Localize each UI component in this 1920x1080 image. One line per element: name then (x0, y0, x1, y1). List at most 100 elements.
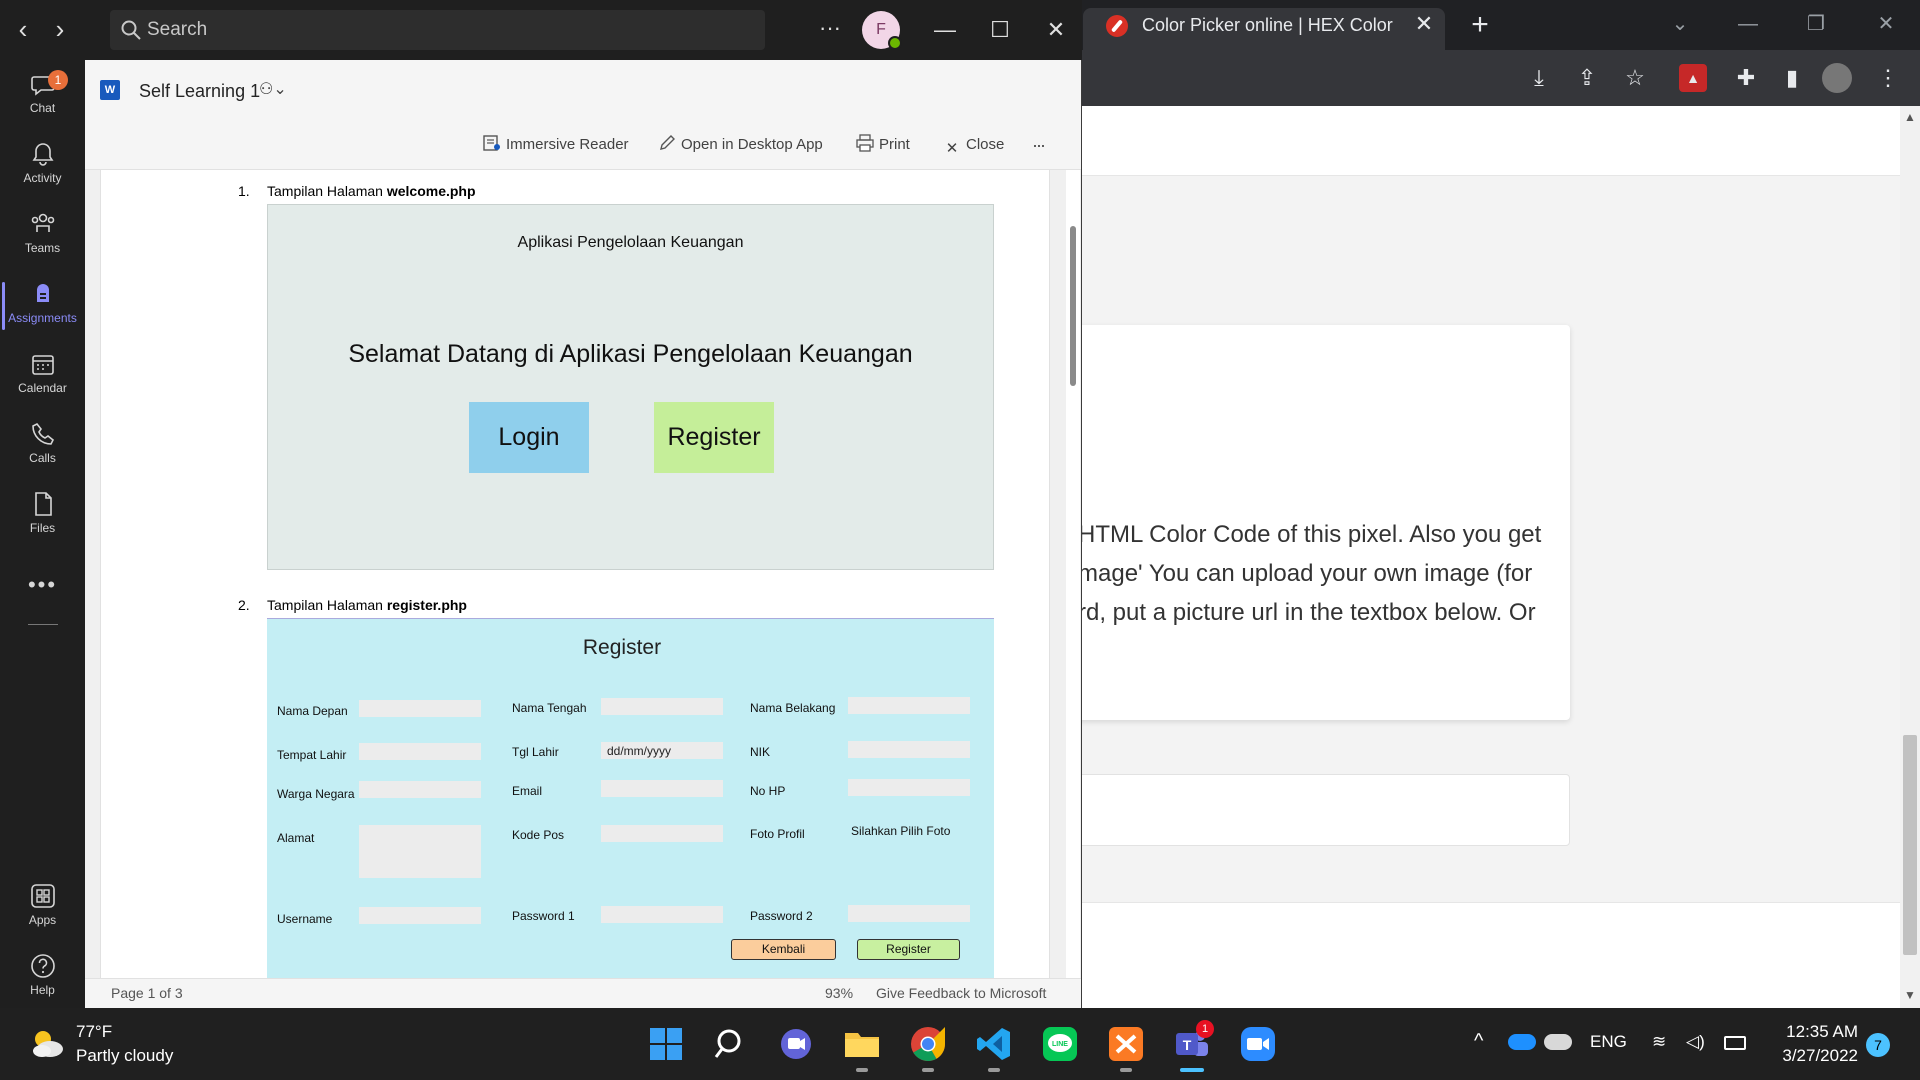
more-options-icon[interactable]: ··· (815, 16, 845, 44)
weather-condition[interactable]: Partly cloudy (76, 1046, 173, 1066)
shared-people-icon[interactable]: ⚇⌄ (259, 78, 295, 102)
show-hidden-icons-icon[interactable]: ^ (1474, 1030, 1483, 1053)
install-icon[interactable]: ⤓ (1523, 62, 1555, 94)
scroll-up-icon[interactable]: ▲ (1900, 110, 1920, 130)
side-panel-icon[interactable]: ▮ (1776, 62, 1808, 94)
extensions-puzzle-icon[interactable]: ✚ (1730, 62, 1762, 94)
close-window-icon[interactable]: ✕ (1866, 6, 1906, 42)
close-document-button[interactable]: ✕ Close (942, 133, 1005, 157)
more-commands-icon[interactable]: ··· (1032, 133, 1046, 157)
more-apps-icon[interactable]: ••• (0, 572, 85, 597)
search-placeholder[interactable]: Search (147, 19, 207, 41)
zoom-level[interactable]: 93% (825, 984, 853, 1002)
rail-item-calendar[interactable]: Calendar (0, 344, 85, 410)
register-page-screenshot (267, 618, 994, 978)
search-taskbar-button[interactable] (710, 1024, 750, 1064)
close-label: Close (966, 136, 1005, 153)
mock-register-button: Register (654, 402, 774, 473)
presence-available-icon (888, 36, 902, 50)
restore-icon[interactable]: ❐ (1796, 6, 1836, 42)
wifi-icon[interactable]: ≋ (1652, 1032, 1666, 1052)
active-indicator (1180, 1068, 1204, 1072)
info-card-text: HTML Color Code of this pixel. Also you … (1078, 515, 1568, 632)
svg-text:T: T (1183, 1037, 1192, 1053)
rail-item-apps[interactable]: Apps (0, 876, 85, 942)
clock-date[interactable]: 3/27/2022 (1762, 1046, 1858, 1066)
xampp-taskbar-button[interactable] (1106, 1024, 1146, 1064)
search-icon (121, 20, 141, 40)
list-item-filename: register.php (386, 597, 467, 613)
browser-scroll-thumb[interactable] (1903, 735, 1917, 955)
back-icon[interactable]: ‹ (8, 14, 38, 46)
search-bar[interactable] (110, 10, 765, 50)
clock-time[interactable]: 12:35 AM (1772, 1022, 1858, 1042)
bookmark-star-icon[interactable]: ☆ (1619, 62, 1651, 94)
rail-item-assignments[interactable]: Assignments (0, 274, 85, 340)
mock-register-submit-button: Register (857, 939, 960, 960)
image-url-input[interactable] (1000, 774, 1570, 846)
rail-divider (28, 624, 58, 625)
form-label: Password 1 (512, 909, 575, 923)
teams-chat-taskbar-button[interactable] (776, 1024, 816, 1064)
mock-input-tempat-lahir (359, 743, 481, 760)
chrome-taskbar-button[interactable] (908, 1024, 948, 1064)
close-tab-icon[interactable]: ✕ (1410, 10, 1438, 38)
volume-icon[interactable]: ◁) (1686, 1032, 1705, 1052)
vscode-taskbar-button[interactable] (974, 1024, 1014, 1064)
print-label: Print (879, 136, 910, 153)
assignments-icon (36, 284, 49, 302)
share-icon[interactable]: ⇪ (1571, 62, 1603, 94)
weather-temperature[interactable]: 77°F (76, 1022, 112, 1042)
line-taskbar-button[interactable]: LINE (1040, 1024, 1080, 1064)
page-footer-band (1082, 902, 1900, 1008)
browser-tab-title[interactable]: Color Picker online | HEX Color (1142, 13, 1402, 37)
rail-item-calls[interactable]: Calls (0, 414, 85, 480)
list-number: 1. (238, 183, 250, 199)
welcome-heading: Selamat Datang di Aplikasi Pengelolaan K… (348, 340, 913, 368)
cloud-icon[interactable] (1544, 1034, 1572, 1050)
onedrive-icon[interactable] (1508, 1034, 1536, 1050)
maximize-icon[interactable]: ☐ (980, 12, 1020, 48)
rail-item-help[interactable]: Help (0, 946, 85, 1012)
rail-label: Teams (24, 241, 61, 255)
rail-item-teams[interactable]: Teams (0, 204, 85, 270)
form-label: Tgl Lahir (512, 745, 559, 759)
chrome-menu-icon[interactable]: ⋮ (1872, 62, 1904, 94)
immersive-reader-button[interactable]: Immersive Reader (482, 133, 629, 157)
tab-search-icon[interactable]: ⌄ (1660, 6, 1700, 42)
open-desktop-app-label: Open in Desktop App (681, 136, 823, 153)
battery-icon[interactable] (1724, 1036, 1746, 1050)
rail-item-activity[interactable]: Activity (0, 134, 85, 200)
file-explorer-taskbar-button[interactable] (842, 1024, 882, 1064)
forward-icon[interactable]: › (45, 14, 75, 46)
profile-avatar[interactable] (1822, 63, 1852, 93)
running-indicator (988, 1068, 1000, 1072)
minimize-icon[interactable]: — (925, 12, 965, 48)
new-tab-button[interactable]: + (1462, 8, 1498, 44)
open-desktop-app-button[interactable]: Open in Desktop App (657, 133, 823, 157)
rail-item-files[interactable]: Files (0, 484, 85, 550)
info-line: mage' You can upload your own image (for (1078, 560, 1533, 587)
scroll-down-icon[interactable]: ▼ (1900, 988, 1920, 1008)
rail-item-chat[interactable]: Chat 1 (0, 64, 85, 130)
form-label: Kode Pos (512, 828, 565, 842)
minimize-icon[interactable]: — (1728, 6, 1768, 42)
mock-input-warga-negara (359, 781, 481, 798)
notification-count[interactable]: 7 (1866, 1033, 1890, 1057)
document-title[interactable]: Self Learning 1 (139, 80, 260, 102)
extension-icon[interactable]: ▲ (1679, 64, 1707, 92)
print-button[interactable]: Print (855, 133, 910, 157)
help-icon (30, 954, 55, 978)
language-indicator[interactable]: ENG (1590, 1032, 1627, 1052)
close-window-icon[interactable]: ✕ (1036, 12, 1076, 48)
close-icon: ✕ (945, 140, 959, 157)
partly-cloudy-icon[interactable] (28, 1025, 66, 1061)
document-scroll-thumb[interactable] (1070, 226, 1076, 386)
photo-hint: Silahkan Pilih Foto (851, 824, 951, 838)
zoom-taskbar-button[interactable] (1238, 1024, 1278, 1064)
mock-input-no-hp (848, 779, 970, 796)
start-button[interactable] (646, 1024, 686, 1064)
feedback-link[interactable]: Give Feedback to Microsoft (876, 984, 1046, 1002)
running-indicator (922, 1068, 934, 1072)
page-header-band (1082, 106, 1900, 176)
